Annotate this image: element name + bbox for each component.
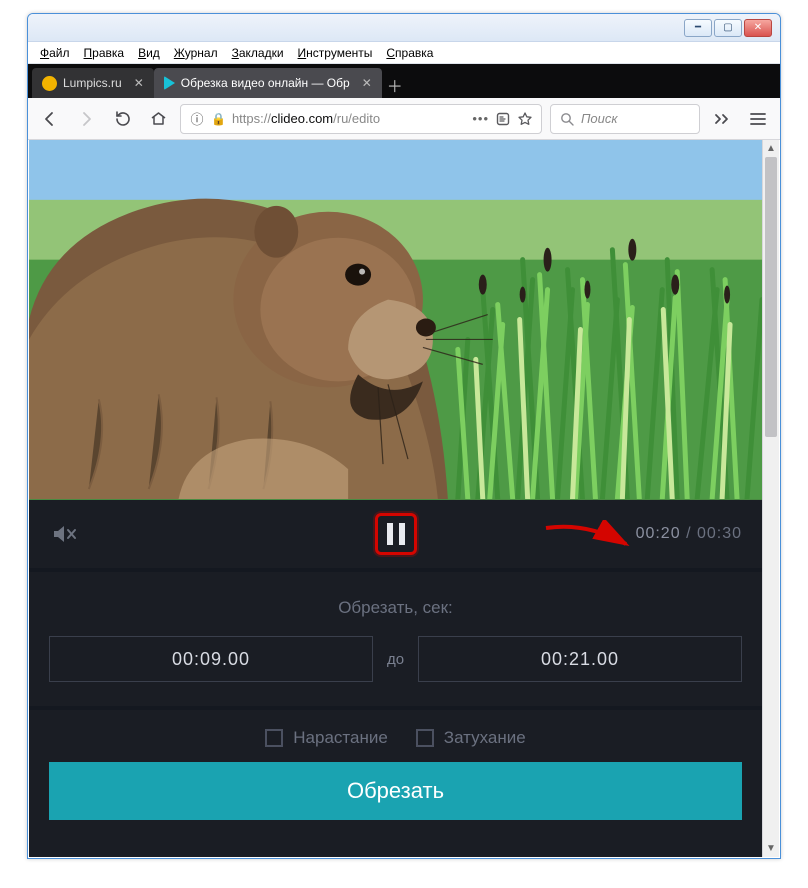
- menu-bookmarks[interactable]: Закладки: [226, 44, 290, 62]
- home-icon: [150, 110, 167, 127]
- total-time: 00:30: [697, 525, 742, 542]
- trim-from-input[interactable]: [49, 636, 373, 682]
- trim-label: Обрезать, сек:: [49, 598, 742, 618]
- lock-icon: 🔒: [211, 112, 226, 126]
- favicon-lumpics: [42, 76, 57, 91]
- menu-view[interactable]: Вид: [132, 44, 166, 62]
- vertical-scrollbar[interactable]: ▲ ▼: [762, 140, 779, 857]
- trim-inputs: до: [49, 636, 742, 682]
- info-icon[interactable]: ⓘ: [189, 111, 205, 127]
- window-minimize-button[interactable]: ━: [684, 19, 712, 37]
- pause-button[interactable]: [375, 513, 417, 555]
- search-bar[interactable]: Поиск: [550, 104, 700, 134]
- page-viewport: 00:20 / 00:30 Обрезать, сек: до: [29, 140, 779, 857]
- tab-lumpics[interactable]: Lumpics.ru ✕: [32, 68, 154, 98]
- scroll-up-icon[interactable]: ▲: [763, 140, 779, 157]
- page-actions-icon[interactable]: •••: [472, 111, 489, 126]
- current-time: 00:20: [636, 525, 681, 542]
- new-tab-button[interactable]: ＋: [382, 72, 408, 98]
- cut-button-label: Обрезать: [347, 778, 444, 804]
- fade-in-label: Нарастание: [293, 728, 388, 748]
- hamburger-icon: [750, 112, 766, 126]
- window-titlebar: ━ ▢ ✕: [28, 14, 780, 42]
- window-close-button[interactable]: ✕: [744, 19, 772, 37]
- nav-reload-button[interactable]: [108, 105, 136, 133]
- cut-button[interactable]: Обрезать: [49, 762, 742, 820]
- timecode: 00:20 / 00:30: [636, 525, 742, 543]
- menu-tools[interactable]: Инструменты: [292, 44, 379, 62]
- tab-clideo[interactable]: Обрезка видео онлайн — Обр ✕: [154, 68, 382, 98]
- window-buttons: ━ ▢ ✕: [684, 19, 772, 37]
- player-controls: 00:20 / 00:30: [29, 500, 762, 568]
- overflow-chevrons-button[interactable]: [708, 105, 736, 133]
- hamburger-menu-button[interactable]: [744, 105, 772, 133]
- checkbox-icon: [416, 729, 434, 747]
- menubar: Файл Правка Вид Журнал Закладки Инструме…: [28, 42, 780, 64]
- trim-to-input[interactable]: [418, 636, 742, 682]
- tab-close-icon[interactable]: ✕: [362, 76, 372, 90]
- window-maximize-button[interactable]: ▢: [714, 19, 742, 37]
- navbar: ⓘ 🔒 https://clideo.com/ru/edito ••• Поис…: [28, 98, 780, 140]
- video-editor: 00:20 / 00:30 Обрезать, сек: до: [29, 140, 762, 857]
- time-separator: /: [686, 525, 697, 542]
- favicon-clideo: [164, 76, 175, 90]
- fade-out-checkbox[interactable]: Затухание: [416, 728, 526, 748]
- reader-icon[interactable]: [495, 111, 511, 127]
- video-preview[interactable]: [29, 140, 762, 500]
- trim-separator: до: [387, 651, 404, 668]
- fade-in-checkbox[interactable]: Нарастание: [265, 728, 388, 748]
- volume-muted-icon: [51, 521, 77, 547]
- scroll-down-icon[interactable]: ▼: [763, 840, 779, 857]
- url-bar[interactable]: ⓘ 🔒 https://clideo.com/ru/edito •••: [180, 104, 542, 134]
- nav-back-button[interactable]: [36, 105, 64, 133]
- reload-icon: [114, 110, 131, 127]
- page-content: 00:20 / 00:30 Обрезать, сек: до: [29, 140, 762, 857]
- menu-file[interactable]: Файл: [34, 44, 76, 62]
- bookmark-star-icon[interactable]: [517, 111, 533, 127]
- search-placeholder: Поиск: [581, 111, 618, 126]
- browser-window: ━ ▢ ✕ Файл Правка Вид Журнал Закладки Ин…: [27, 13, 781, 859]
- tab-title: Lumpics.ru: [63, 76, 122, 90]
- annotation-arrow-icon: [542, 520, 632, 554]
- tab-title: Обрезка видео онлайн — Обр: [181, 76, 350, 90]
- search-icon: [559, 111, 575, 127]
- arrow-right-icon: [77, 110, 95, 128]
- checkbox-icon: [265, 729, 283, 747]
- tab-close-icon[interactable]: ✕: [134, 76, 144, 90]
- url-text: https://clideo.com/ru/edito: [232, 111, 466, 126]
- menu-history[interactable]: Журнал: [168, 44, 224, 62]
- scrollbar-thumb[interactable]: [765, 157, 777, 437]
- nav-forward-button[interactable]: [72, 105, 100, 133]
- double-chevron-icon: [713, 112, 731, 126]
- mute-button[interactable]: [51, 521, 77, 547]
- nav-home-button[interactable]: [144, 105, 172, 133]
- arrow-left-icon: [41, 110, 59, 128]
- fade-out-label: Затухание: [444, 728, 526, 748]
- fade-section: Нарастание Затухание: [29, 710, 762, 762]
- pause-icon: [387, 523, 405, 545]
- tabstrip: Lumpics.ru ✕ Обрезка видео онлайн — Обр …: [28, 64, 780, 98]
- trim-section: Обрезать, сек: до: [29, 568, 762, 710]
- menu-edit[interactable]: Правка: [78, 44, 131, 62]
- menu-help[interactable]: Справка: [380, 44, 439, 62]
